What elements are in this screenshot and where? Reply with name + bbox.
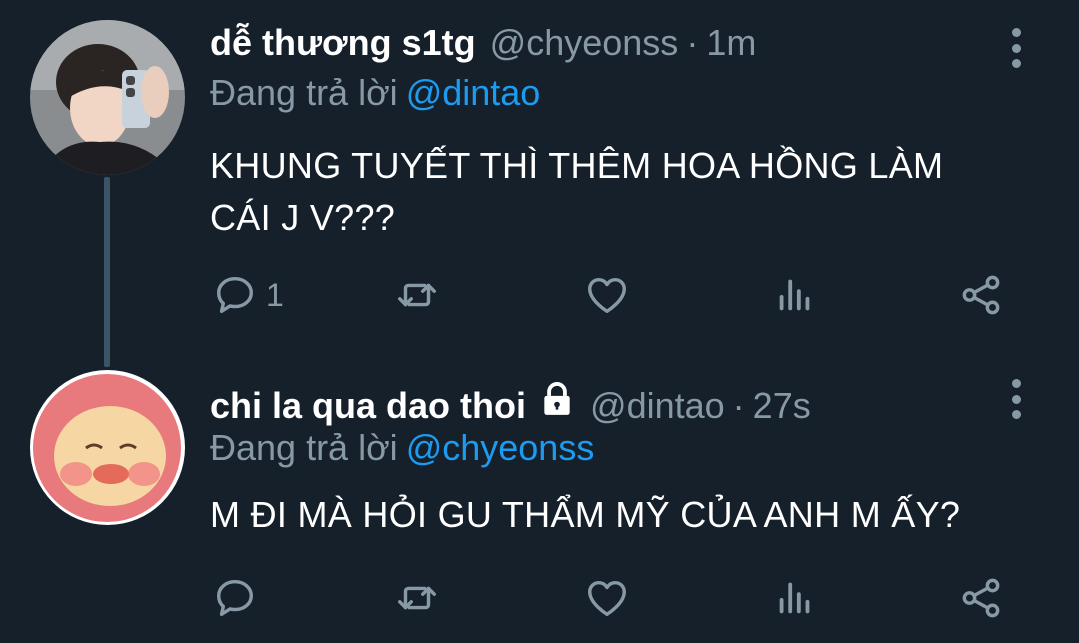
action-bar: [212, 573, 1012, 623]
mention-link[interactable]: @dintao: [406, 72, 541, 113]
mention-link[interactable]: @chyeonss: [406, 427, 595, 468]
replying-to: Đang trả lời @dintao: [210, 72, 540, 114]
tweet-text: KHUNG TUYẾT THÌ THÊM HOA HỒNG LÀM CÁI J …: [210, 145, 944, 238]
share-button[interactable]: [958, 270, 1004, 320]
heart-icon: [588, 277, 626, 314]
retweet-icon: [398, 586, 436, 610]
like-button[interactable]: [584, 573, 630, 623]
lock-icon: [544, 382, 570, 415]
retweet-button[interactable]: [394, 270, 440, 320]
display-name[interactable]: dễ thương s1tg: [210, 22, 476, 64]
share-icon: [962, 275, 1000, 315]
thread-line: [104, 177, 110, 367]
avatar[interactable]: [30, 370, 185, 525]
analytics-icon: [779, 582, 810, 614]
heart-icon: [588, 580, 626, 617]
timestamp[interactable]: 27s: [753, 385, 811, 427]
replying-to-label: Đang trả lời: [210, 72, 398, 113]
tweet[interactable]: chi la qua dao thoi @dintao · 27s Đang t…: [0, 355, 1079, 643]
handle[interactable]: @chyeonss: [490, 22, 679, 64]
separator: ·: [732, 385, 745, 426]
avatar[interactable]: [30, 20, 185, 175]
replying-to: Đang trả lời @chyeonss: [210, 427, 594, 469]
reply-icon: [216, 276, 254, 314]
more-vertical-icon[interactable]: [1001, 379, 1031, 419]
action-bar: 1: [212, 270, 1012, 320]
tweet-header: chi la qua dao thoi @dintao · 27s: [210, 380, 811, 426]
tweet-text: M ĐI MÀ HỎI GU THẨM MỸ CỦA ANH M ẤY?: [210, 494, 961, 535]
analytics-icon: [779, 279, 810, 311]
reply-button[interactable]: [212, 573, 258, 623]
share-button[interactable]: [958, 573, 1004, 623]
handle[interactable]: @dintao: [590, 385, 725, 427]
like-button[interactable]: [584, 270, 630, 320]
tweet[interactable]: dễ thương s1tg @chyeonss · 1m Đang trả l…: [0, 0, 1079, 367]
analytics-button[interactable]: [772, 270, 818, 320]
retweet-button[interactable]: [394, 573, 440, 623]
analytics-button[interactable]: [772, 573, 818, 623]
reply-button[interactable]: 1: [212, 270, 284, 320]
timestamp[interactable]: 1m: [706, 22, 756, 64]
tweet-header: dễ thương s1tg @chyeonss · 1m: [210, 22, 756, 68]
replying-to-label: Đang trả lời: [210, 427, 398, 468]
display-name[interactable]: chi la qua dao thoi: [210, 385, 526, 427]
reply-count: 1: [266, 276, 284, 313]
separator: ·: [686, 22, 699, 63]
share-icon: [962, 578, 1000, 618]
reply-icon: [216, 579, 254, 617]
more-vertical-icon[interactable]: [1001, 28, 1031, 68]
retweet-icon: [398, 283, 436, 307]
